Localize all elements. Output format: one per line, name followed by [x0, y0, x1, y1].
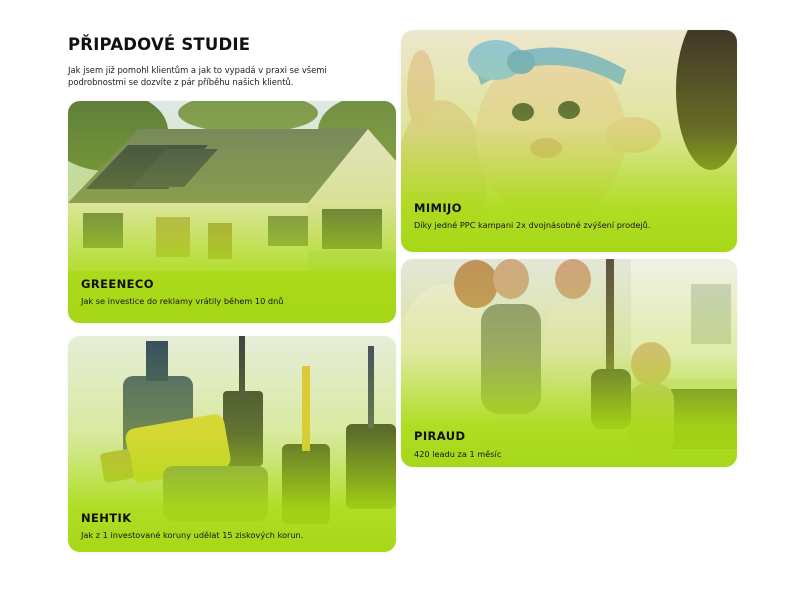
case-card-nehtik[interactable]: NEHTIK Jak z 1 investované koruny udělat… — [68, 336, 396, 552]
case-description-greeneco: Jak se investice do reklamy vrátily běhe… — [81, 296, 284, 306]
case-description-nehtik: Jak z 1 investované koruny udělat 15 zis… — [81, 530, 304, 540]
case-title-greeneco: GREENECO — [81, 277, 154, 291]
case-title-mimijo: MIMIJO — [414, 201, 462, 215]
case-card-piraud[interactable]: PIRAUD 420 leadu za 1 měsíc — [401, 259, 737, 467]
case-title-nehtik: NEHTIK — [81, 511, 132, 525]
case-card-greeneco[interactable]: GREENECO Jak se investice do reklamy vrá… — [68, 101, 396, 323]
page-title: PŘIPADOVÉ STUDIE — [68, 35, 251, 54]
case-description-mimijo: Díky jedné PPC kampani 2x dvojnásobné zv… — [414, 220, 651, 230]
page-intro: Jak jsem již pomohl klientům a jak to vy… — [68, 65, 327, 87]
case-card-mimijo[interactable]: MIMIJO Díky jedné PPC kampani 2x dvojnás… — [401, 30, 737, 252]
case-title-piraud: PIRAUD — [414, 429, 466, 443]
case-description-piraud: 420 leadu za 1 měsíc — [414, 449, 502, 459]
